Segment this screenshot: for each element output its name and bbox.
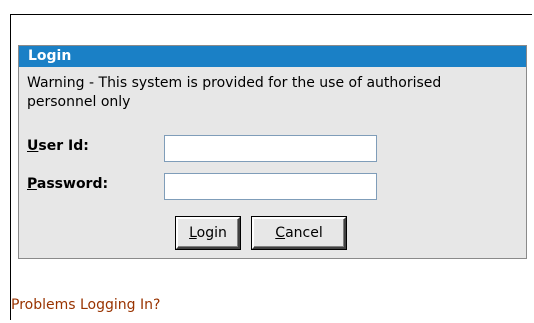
login-button[interactable]: Login xyxy=(176,217,240,249)
panel-title: Login xyxy=(19,46,526,67)
password-label-access-key: P xyxy=(27,176,37,192)
cancel-button-access-key: C xyxy=(275,225,286,241)
login-panel: Login Warning - This system is provided … xyxy=(18,45,527,259)
password-input[interactable] xyxy=(164,173,377,200)
cancel-button[interactable]: Cancel xyxy=(252,217,346,249)
problems-logging-in-link[interactable]: Problems Logging In? xyxy=(11,297,160,313)
password-label-text: assword: xyxy=(36,176,109,192)
cancel-button-text: ancel xyxy=(285,225,323,241)
login-frame: Login Warning - This system is provided … xyxy=(10,14,532,320)
user-id-label: User Id: xyxy=(27,138,89,154)
warning-message: Warning - This system is provided for th… xyxy=(27,75,442,110)
user-id-input[interactable] xyxy=(164,135,377,162)
password-label: Password: xyxy=(27,176,108,192)
login-button-text: ogin xyxy=(196,225,227,241)
login-button-access-key: L xyxy=(189,225,197,241)
user-id-label-text: ser Id: xyxy=(38,138,89,154)
user-id-label-access-key: U xyxy=(27,138,39,154)
